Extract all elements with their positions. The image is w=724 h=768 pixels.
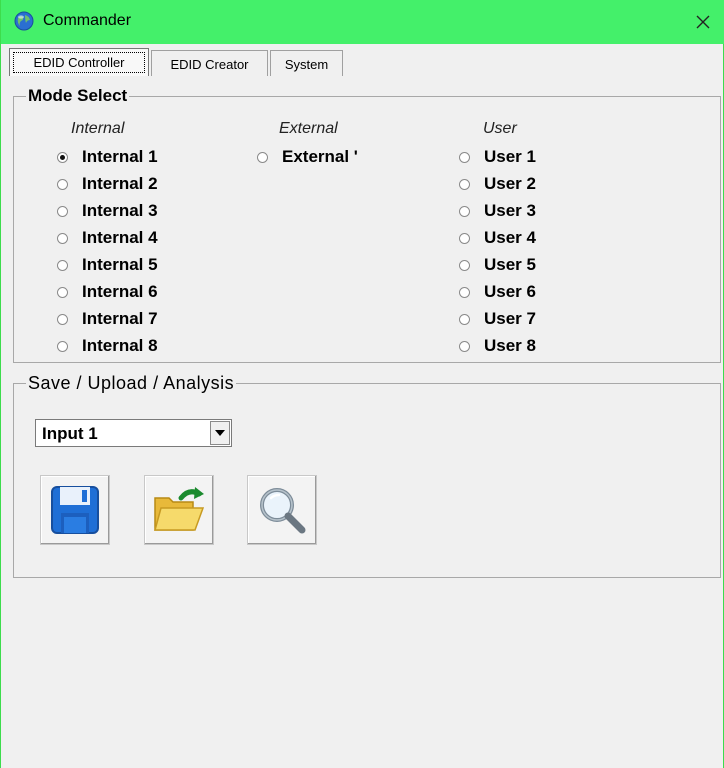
radio-button[interactable] <box>459 313 470 325</box>
radio-button[interactable] <box>57 313 68 325</box>
radio-internal-3[interactable]: Internal 3 <box>57 201 158 221</box>
radio-button[interactable] <box>257 151 268 163</box>
radio-internal-4[interactable]: Internal 4 <box>57 228 158 248</box>
radio-internal-5[interactable]: Internal 5 <box>57 255 158 275</box>
window-title: Commander <box>43 12 132 29</box>
input-select[interactable]: Input 1 <box>35 419 232 447</box>
radio-user-6[interactable]: User 6 <box>459 282 536 302</box>
save-upload-analysis-group: Save / Upload / Analysis <box>13 374 721 578</box>
radio-label: User 2 <box>484 174 536 193</box>
close-icon <box>696 15 710 29</box>
tab-system[interactable]: System <box>270 50 343 76</box>
radio-label: User 3 <box>484 201 536 220</box>
radio-user-2[interactable]: User 2 <box>459 174 536 194</box>
dropdown-button[interactable] <box>210 421 230 445</box>
radio-external-1[interactable]: External ' <box>257 147 358 167</box>
radio-button[interactable] <box>57 232 68 244</box>
radio-label: External ' <box>282 147 358 166</box>
open-folder-icon <box>154 487 205 531</box>
radio-label: User 7 <box>484 309 536 328</box>
radio-user-4[interactable]: User 4 <box>459 228 536 248</box>
radio-label: Internal 8 <box>82 336 158 355</box>
radio-button[interactable] <box>459 205 470 217</box>
radio-label: Internal 7 <box>82 309 158 328</box>
radio-internal-1[interactable]: Internal 1 <box>57 147 158 167</box>
radio-label: User 6 <box>484 282 536 301</box>
radio-user-3[interactable]: User 3 <box>459 201 536 221</box>
radio-label: User 8 <box>484 336 536 355</box>
mode-select-group: Mode Select Internal External User Inter… <box>13 87 721 363</box>
radio-label: Internal 2 <box>82 174 158 193</box>
radio-internal-6[interactable]: Internal 6 <box>57 282 158 302</box>
radio-button[interactable] <box>459 340 470 352</box>
chevron-down-icon <box>215 430 225 436</box>
radio-button[interactable] <box>57 286 68 298</box>
radio-button[interactable] <box>57 151 68 163</box>
radio-label: User 4 <box>484 228 536 247</box>
radio-button[interactable] <box>459 286 470 298</box>
external-heading: External <box>279 120 338 137</box>
user-heading: User <box>483 120 517 137</box>
globe-icon <box>14 11 34 31</box>
tab-label: EDID Creator <box>170 57 249 72</box>
save-upload-title: Save / Upload / Analysis <box>26 373 237 393</box>
radio-internal-8[interactable]: Internal 8 <box>57 336 158 356</box>
focus-rect <box>13 52 145 73</box>
radio-label: Internal 5 <box>82 255 158 274</box>
radio-user-1[interactable]: User 1 <box>459 147 536 167</box>
title-bar[interactable]: Commander <box>1 0 724 44</box>
internal-heading: Internal <box>71 120 125 137</box>
radio-label: Internal 1 <box>82 147 158 166</box>
radio-button[interactable] <box>459 151 470 163</box>
radio-label: User 5 <box>484 255 536 274</box>
mode-select-title: Mode Select <box>26 86 130 105</box>
magnifier-icon <box>260 488 306 534</box>
radio-button[interactable] <box>57 340 68 352</box>
radio-button[interactable] <box>57 259 68 271</box>
radio-button[interactable] <box>459 259 470 271</box>
radio-user-5[interactable]: User 5 <box>459 255 536 275</box>
floppy-disk-icon <box>51 486 99 534</box>
analysis-button[interactable] <box>247 475 317 545</box>
radio-user-7[interactable]: User 7 <box>459 309 536 329</box>
radio-button[interactable] <box>459 178 470 190</box>
radio-label: Internal 6 <box>82 282 158 301</box>
commander-window: Commander EDID Controller EDID Creator S… <box>0 0 724 768</box>
radio-label: Internal 4 <box>82 228 158 247</box>
tab-label: System <box>284 57 329 72</box>
radio-label: User 1 <box>484 147 536 166</box>
input-select-value: Input 1 <box>42 424 98 443</box>
upload-button[interactable] <box>144 475 214 545</box>
radio-button[interactable] <box>459 232 470 244</box>
tab-edid-controller[interactable]: EDID Controller <box>9 48 149 76</box>
close-button[interactable] <box>681 0 724 44</box>
save-button[interactable] <box>40 475 110 545</box>
radio-internal-7[interactable]: Internal 7 <box>57 309 158 329</box>
radio-internal-2[interactable]: Internal 2 <box>57 174 158 194</box>
radio-button[interactable] <box>57 205 68 217</box>
radio-user-8[interactable]: User 8 <box>459 336 536 356</box>
radio-button[interactable] <box>57 178 68 190</box>
tab-edid-creator[interactable]: EDID Creator <box>151 50 268 76</box>
radio-label: Internal 3 <box>82 201 158 220</box>
